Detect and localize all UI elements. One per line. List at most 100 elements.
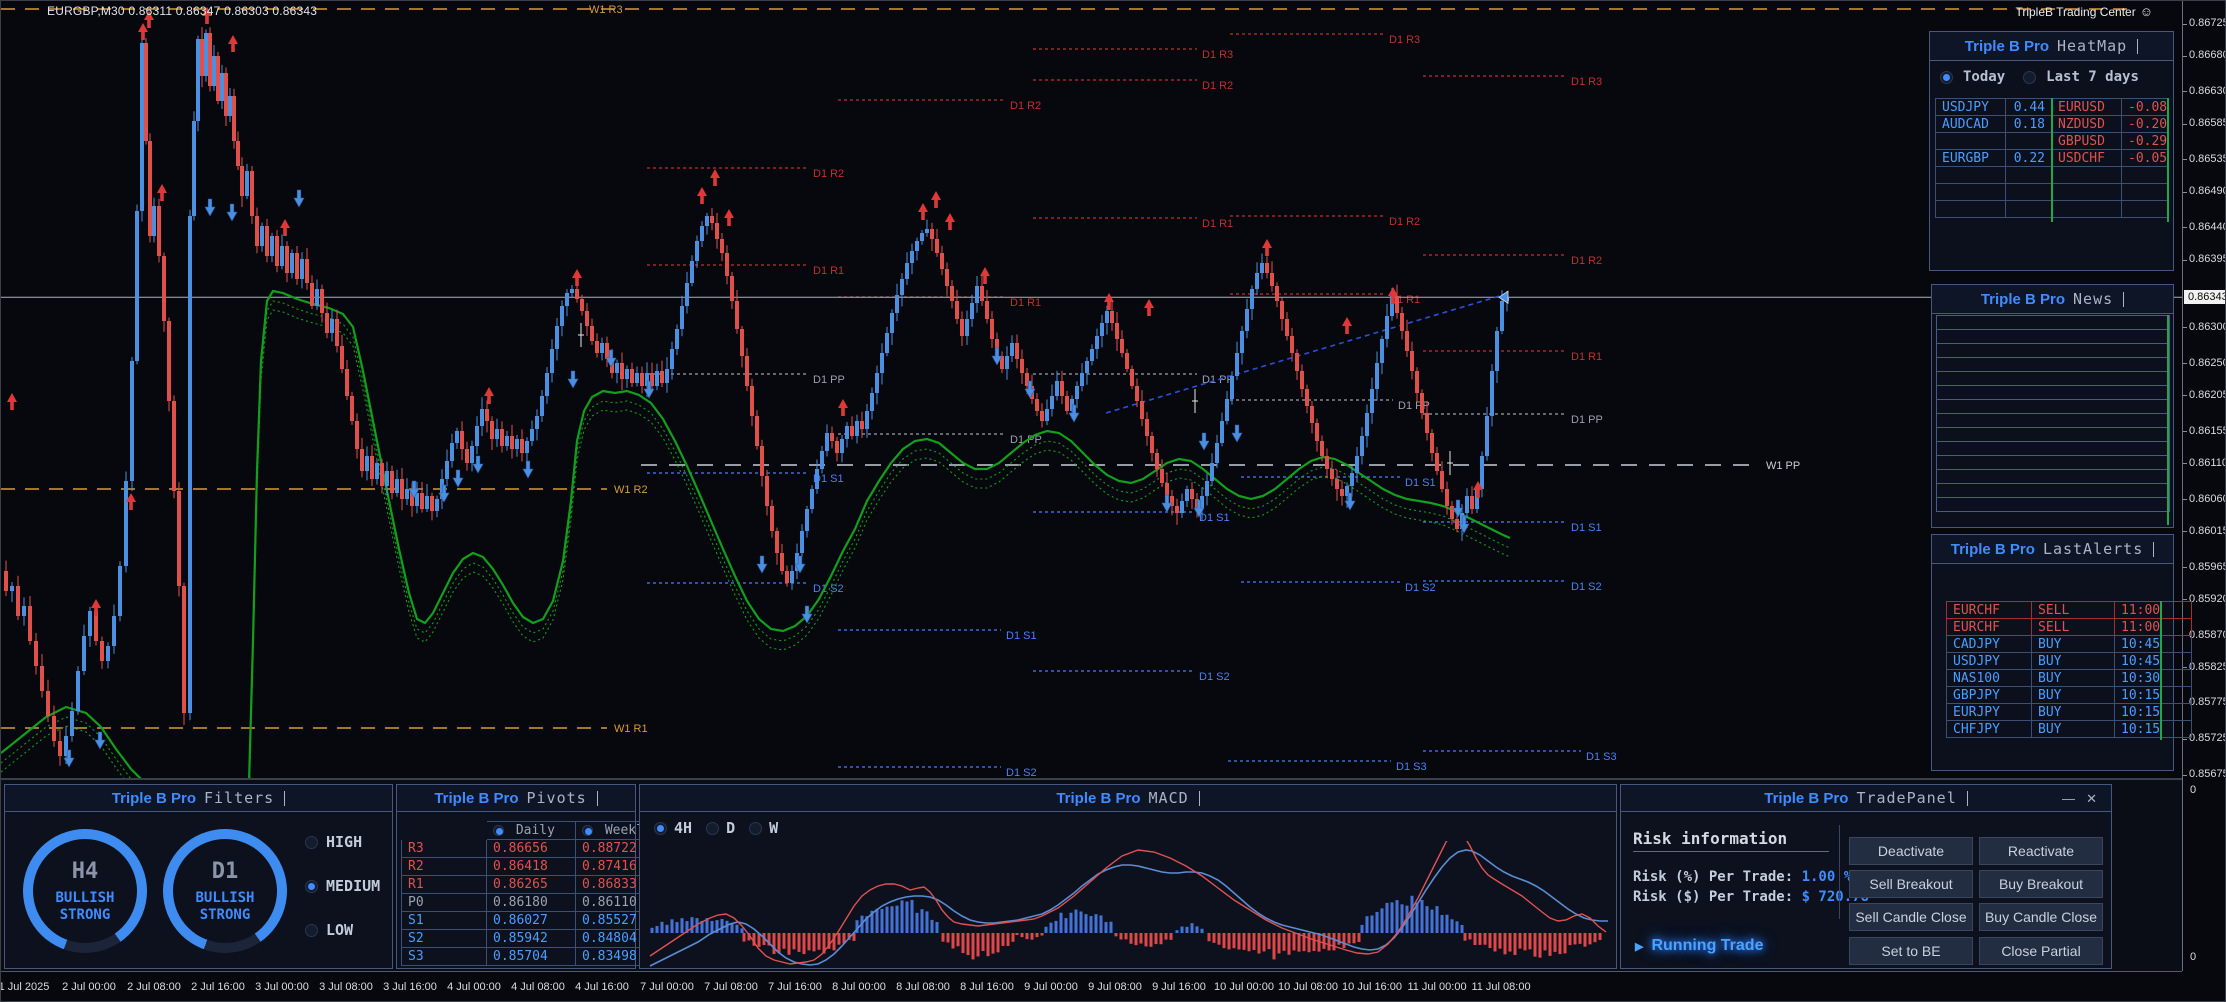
macd-plot[interactable] — [641, 841, 1615, 967]
candle-body — [1280, 301, 1284, 319]
filters-radio-medium[interactable]: MEDIUM — [305, 877, 380, 895]
heatmap-radio-7days-label[interactable]: Last 7 days — [2046, 69, 2139, 85]
macd-hist-bar-up — [1461, 925, 1464, 933]
candle-body — [1385, 316, 1389, 339]
buy-arrow-icon — [138, 23, 148, 40]
price-scale[interactable]: 0.867250.866800.866300.865850.865350.864… — [2182, 1, 2226, 971]
time-axis[interactable]: 1 Jul 20252 Jul 00:002 Jul 08:002 Jul 16… — [1, 971, 2182, 1002]
macd-hist-bar-down — [793, 933, 796, 949]
candle-body — [1060, 381, 1064, 396]
candle-body — [1250, 289, 1254, 309]
price-label: 0.86110 — [2189, 457, 2226, 469]
candle-body — [1415, 371, 1419, 393]
price-label: 0.86250 — [2189, 357, 2226, 369]
sell-candle-close-button[interactable]: Sell Candle Close — [1849, 903, 1973, 931]
price-tick — [2183, 327, 2187, 328]
candle-body — [910, 251, 914, 263]
macd-hist-bar-down — [818, 933, 821, 950]
macd-radio-w[interactable]: W — [749, 819, 778, 837]
candle-body — [425, 496, 429, 509]
buy-arrow-icon — [945, 213, 955, 230]
price-tick — [2183, 24, 2187, 25]
candle-body — [885, 333, 889, 353]
heatmap-radio-today[interactable] — [1940, 71, 1953, 84]
buy-arrow-icon — [7, 393, 17, 410]
candle-body — [1285, 319, 1289, 336]
candle-body — [1240, 331, 1244, 353]
candle-body — [445, 461, 449, 479]
candle-body — [775, 531, 779, 553]
candle-body — [575, 289, 579, 299]
candle-body — [188, 216, 192, 713]
minimize-button[interactable]: — — [2062, 791, 2075, 806]
candle-body — [345, 369, 349, 396]
close-partial-button[interactable]: Close Partial — [1979, 937, 2103, 965]
buy-breakout-button[interactable]: Buy Breakout — [1979, 870, 2103, 898]
reactivate-button[interactable]: Reactivate — [1979, 837, 2103, 865]
candle-body — [1190, 489, 1194, 499]
macd-hist-bar-down — [1293, 933, 1296, 950]
mt4-window: W1 R3W1 R2W1 R1W1 PPD1 R2D1 R1D1 PPD1 S1… — [0, 0, 2226, 1002]
main-chart[interactable]: W1 R3W1 R2W1 R1W1 PPD1 R2D1 R1D1 PPD1 S1… — [1, 1, 2182, 778]
gauge-h4-signal1: BULLISH — [55, 890, 114, 907]
candle-body — [355, 421, 359, 449]
filters-radio-high[interactable]: HIGH — [305, 833, 380, 851]
macd-hist-bar-up — [666, 925, 669, 933]
macd-hist-bar-up — [1436, 906, 1439, 933]
candle-body — [1075, 386, 1079, 399]
candle-body — [325, 313, 329, 333]
candle-body — [495, 429, 499, 439]
candle-body — [1010, 343, 1014, 356]
macd-hist-bar-up — [1191, 923, 1194, 933]
candle-body — [1485, 416, 1489, 456]
macd-hist-bar-down — [1539, 933, 1542, 958]
macd-hist-bar-up — [1446, 915, 1449, 933]
close-button[interactable]: ✕ — [2086, 791, 2097, 807]
macd-hist-bar-up — [906, 902, 909, 933]
candle-body — [1140, 401, 1144, 419]
candle-body — [208, 33, 212, 86]
candle-body — [560, 306, 564, 326]
candle-body — [216, 56, 220, 101]
pivots-weekly-radio[interactable] — [582, 825, 593, 836]
macd-hist-bar-down — [1509, 933, 1512, 952]
candle-body — [680, 306, 684, 329]
macd-radio-d[interactable]: D — [706, 819, 735, 837]
candle-body — [500, 429, 504, 446]
sell-breakout-button[interactable]: Sell Breakout — [1849, 870, 1973, 898]
pivots-daily-radio[interactable] — [493, 825, 504, 836]
buy-candle-close-button[interactable]: Buy Candle Close — [1979, 903, 2103, 931]
smiley-icon: ☺ — [2140, 4, 2153, 19]
macd-hist-bar-up — [1361, 925, 1364, 933]
risk-underline — [1633, 851, 1829, 852]
heatmap-radio-today-label[interactable]: Today — [1963, 69, 2005, 85]
running-trade-toggle[interactable]: ▶Running Trade — [1635, 937, 1763, 955]
macd-hist-bar-down — [1474, 933, 1477, 945]
macd-hist-bar-down — [1273, 933, 1276, 959]
time-label: 8 Jul 00:00 — [832, 981, 886, 993]
filters-radio-low[interactable]: LOW — [305, 921, 380, 939]
candle-body — [890, 313, 894, 333]
candle-body — [1270, 273, 1274, 286]
candle-body — [112, 616, 116, 646]
macd-hist-bar-up — [676, 922, 679, 933]
buy-arrow-icon — [1262, 239, 1272, 256]
macd-hist-bar-down — [1278, 933, 1281, 953]
macd-title: Triple B Pro MACD — [640, 785, 1616, 812]
macd-hist-bar-up — [691, 917, 694, 933]
macd-radio-4h[interactable]: 4H — [654, 819, 692, 837]
macd-hist-bar-down — [962, 933, 965, 953]
candle-body — [1115, 323, 1119, 339]
candle-body — [310, 283, 314, 306]
weekly-pivot-label: W1 R2 — [614, 484, 648, 496]
heatmap-radio-7days[interactable] — [2023, 71, 2036, 84]
buy-arrow-icon — [572, 269, 582, 286]
candle-body — [1425, 413, 1429, 433]
macd-hist-bar-down — [1002, 933, 1005, 946]
candle-body — [1120, 339, 1124, 353]
trendline[interactable] — [1106, 295, 1503, 413]
candle-body — [620, 363, 624, 379]
set-to-be-button[interactable]: Set to BE — [1849, 937, 1973, 965]
candle-body — [295, 253, 299, 279]
deactivate-button[interactable]: Deactivate — [1849, 837, 1973, 865]
